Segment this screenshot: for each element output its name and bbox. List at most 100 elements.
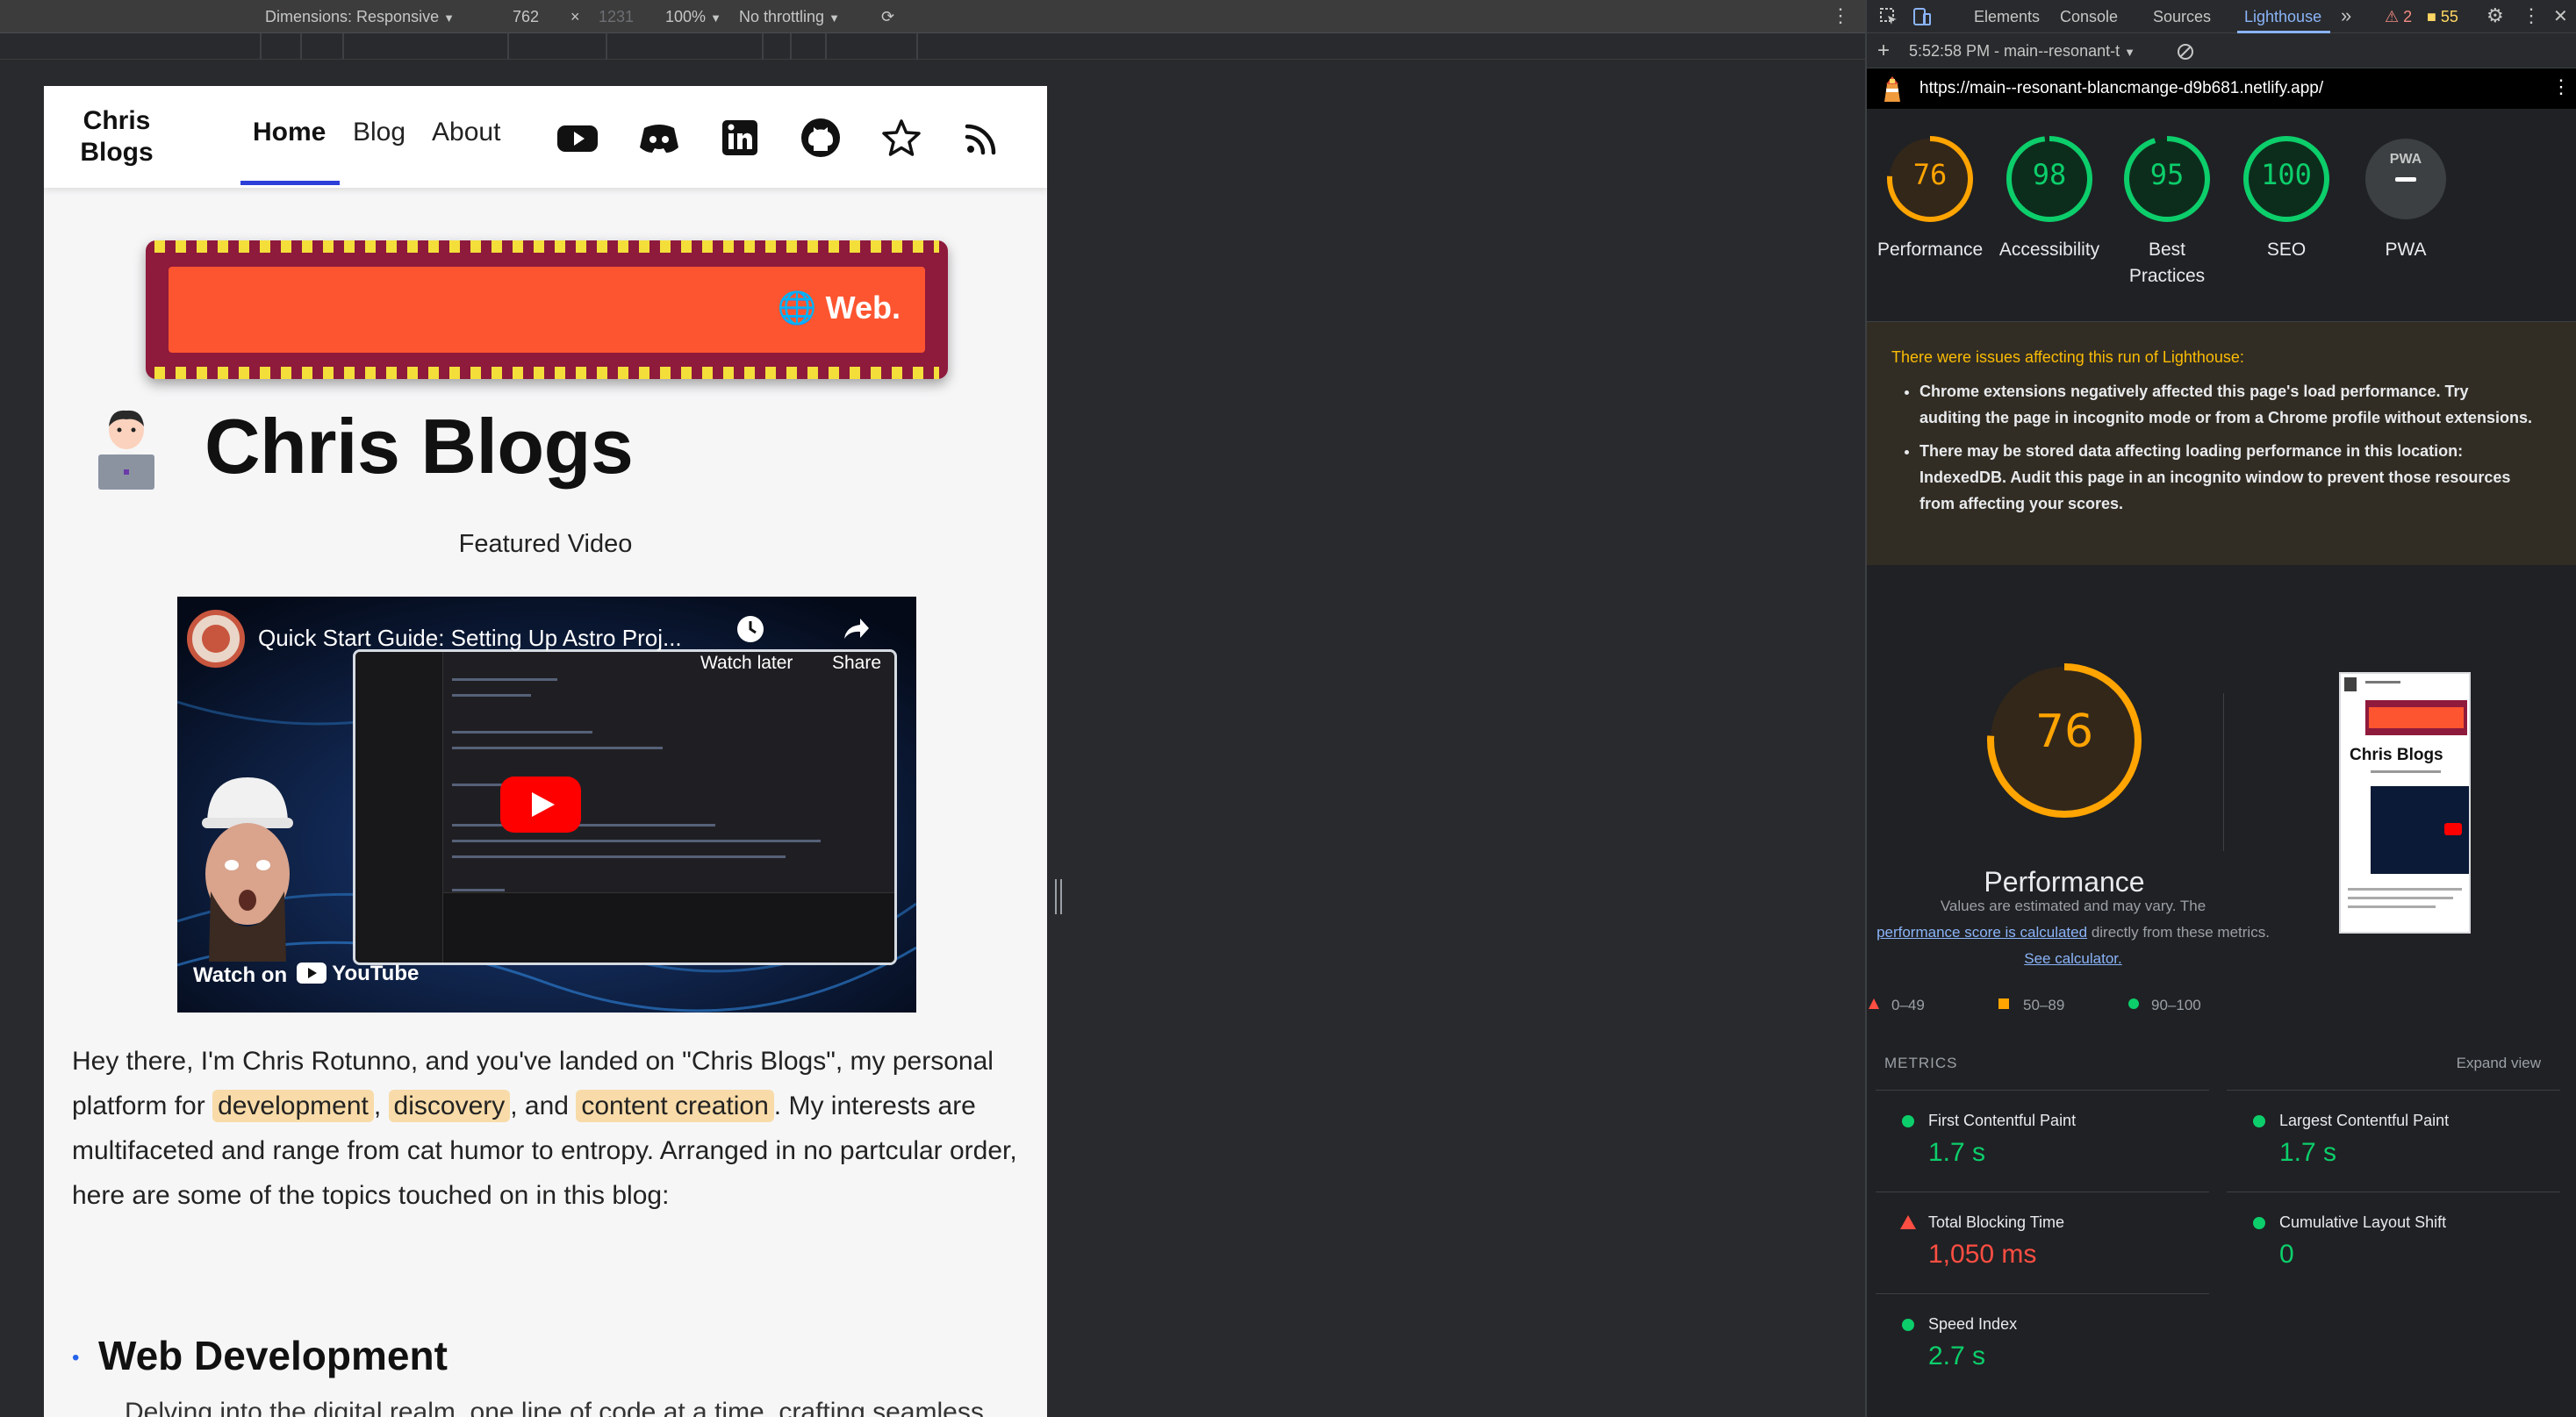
score-value: 95 — [2149, 158, 2185, 191]
nav-about-link[interactable]: About — [432, 118, 500, 147]
metric-first-contentful-paint: First Contentful Paint 1.7 s — [1876, 1090, 2209, 1192]
thumb-nav — [2365, 681, 2400, 683]
clock-icon[interactable] — [735, 614, 765, 644]
zoom-dropdown[interactable]: 100% ▼ — [665, 8, 721, 26]
tag-development[interactable]: development — [212, 1090, 374, 1122]
divider — [2223, 693, 2224, 851]
marquee-banner: 🌐 Web. — [146, 240, 948, 379]
nav-blog-link[interactable]: Blog — [353, 118, 405, 147]
youtube-embed[interactable]: Quick Start Guide: Setting Up Astro Proj… — [177, 597, 916, 1013]
metric-speed-index: Speed Index 2.7 s — [1876, 1293, 2209, 1395]
poor-triangle-icon — [1900, 1215, 1916, 1229]
warnings-list: Chrome extensions negatively affected th… — [1919, 378, 2534, 524]
nav-home-link[interactable]: Home — [253, 118, 326, 147]
section-heading: Web Development — [98, 1333, 448, 1378]
watch-later-label[interactable]: Watch later — [700, 653, 793, 674]
warning-item: Chrome extensions negatively affected th… — [1919, 378, 2534, 431]
score-calculated-link[interactable]: performance score is calculated — [1876, 924, 2087, 941]
audited-url-bar: https://main--resonant-blancmange-d9b681… — [1867, 68, 2576, 109]
audited-url[interactable]: https://main--resonant-blancmange-d9b681… — [1919, 79, 2323, 98]
intro-text: , and — [510, 1091, 577, 1120]
media-query-ruler — [0, 33, 1865, 60]
page-screenshot-thumbnail[interactable]: Chris Blogs — [2339, 672, 2471, 934]
dimensions-dropdown[interactable]: Dimensions: Responsive ▼ — [265, 8, 455, 26]
issues-badge[interactable]: ■ 55 — [2427, 8, 2458, 26]
good-circle-icon — [2253, 1217, 2265, 1229]
lighthouse-toolbar: + 5:52:58 PM - main--resonant-t ▼ — [1867, 33, 2576, 68]
more-options-icon[interactable]: ⋮ — [1831, 4, 1850, 27]
chevron-down-icon: ▼ — [443, 11, 455, 25]
chevron-down-icon: ▼ — [710, 11, 721, 25]
channel-avatar[interactable] — [177, 598, 248, 669]
score-gauge-seo[interactable]: 100 SEO — [2234, 133, 2339, 263]
report-label: 5:52:58 PM - main--resonant-t — [1909, 42, 2120, 60]
settings-gear-icon[interactable]: ⚙ — [2486, 4, 2504, 27]
good-circle-icon — [2128, 998, 2139, 1009]
banner-stripe — [154, 367, 939, 379]
video-title[interactable]: Quick Start Guide: Setting Up Astro Proj… — [258, 625, 682, 652]
site-navbar: Chris Blogs Home Blog About — [44, 86, 1047, 188]
rotate-icon[interactable]: ⟳ — [881, 8, 894, 26]
clear-icon[interactable] — [2176, 42, 2195, 61]
tag-content-creation[interactable]: content creation — [576, 1090, 774, 1122]
score-gauge-performance[interactable]: 76 Performance — [1877, 133, 1983, 263]
share-label[interactable]: Share — [832, 653, 881, 674]
site-title[interactable]: Chris Blogs — [68, 105, 165, 168]
note-text: directly from these metrics. — [2091, 924, 2270, 941]
score-gauge-pwa[interactable]: PWA PWA — [2353, 133, 2458, 263]
banner-screen: 🌐 Web. — [169, 267, 925, 353]
chevron-down-icon: ▼ — [2124, 46, 2135, 59]
metric-name: Speed Index — [1928, 1315, 2018, 1333]
more-tabs-icon[interactable]: » — [2341, 4, 2351, 27]
score-gauge-best-practices[interactable]: 95 Best Practices — [2114, 133, 2220, 290]
metric-value: 1,050 ms — [1928, 1240, 2037, 1269]
linkedin-icon[interactable] — [718, 116, 762, 160]
height-input[interactable]: 1231 — [599, 8, 634, 26]
warnings-badge[interactable]: ⚠ 2 — [2385, 8, 2412, 26]
inspect-element-icon[interactable] — [1879, 7, 1898, 26]
warning-icon: ⚠ — [2385, 8, 2400, 25]
viewport-resize-handle[interactable] — [1055, 879, 1064, 914]
metric-largest-contentful-paint: Largest Contentful Paint 1.7 s — [2227, 1090, 2560, 1192]
tab-sources[interactable]: Sources — [2153, 8, 2211, 26]
note-text: Values are estimated and may vary. The — [1940, 898, 2206, 914]
report-selector[interactable]: 5:52:58 PM - main--resonant-t ▼ — [1909, 42, 2135, 61]
device-toolbar-icon[interactable] — [1911, 7, 1932, 26]
tag-discovery[interactable]: discovery — [388, 1090, 511, 1122]
discord-icon[interactable] — [637, 116, 681, 160]
tab-console[interactable]: Console — [2060, 8, 2118, 26]
code-editor-screenshot — [353, 649, 897, 965]
throttling-dropdown[interactable]: No throttling ▼ — [739, 8, 840, 26]
youtube-logo[interactable]: YouTube — [297, 962, 419, 988]
dimensions-label: Dimensions: Responsive — [265, 8, 440, 25]
star-icon[interactable] — [879, 116, 923, 160]
more-options-icon[interactable]: ⋮ — [2551, 75, 2571, 98]
more-options-icon[interactable]: ⋮ — [2522, 4, 2541, 27]
banner-text: 🌐 Web. — [777, 290, 901, 326]
watch-on-label[interactable]: Watch on — [193, 963, 287, 988]
rss-icon[interactable] — [960, 116, 1004, 160]
play-button[interactable] — [500, 776, 581, 833]
page-title: Chris Blogs — [205, 403, 634, 490]
youtube-wordmark: YouTube — [332, 962, 420, 985]
score-label: Performance — [1877, 240, 1984, 260]
score-label: SEO — [2266, 240, 2307, 260]
tab-lighthouse[interactable]: Lighthouse — [2244, 8, 2321, 26]
thumb-text — [2371, 770, 2441, 773]
thumb-title: Chris Blogs — [2350, 746, 2443, 764]
section-description: Delving into the digital realm, one line… — [125, 1398, 984, 1417]
score-gauge-accessibility[interactable]: 98 Accessibility — [1997, 133, 2102, 263]
plus-icon[interactable]: + — [1877, 39, 1890, 63]
expand-view-toggle[interactable]: Expand view — [2457, 1055, 2541, 1072]
youtube-icon[interactable] — [556, 116, 599, 160]
tab-elements[interactable]: Elements — [1974, 8, 2040, 26]
legend-poor: 0–49 — [1891, 997, 1925, 1013]
width-input[interactable]: 762 — [513, 8, 539, 26]
average-square-icon — [1998, 998, 2009, 1009]
github-icon[interactable] — [799, 116, 843, 160]
see-calculator-link[interactable]: See calculator. — [2024, 950, 2122, 967]
thumb-site-logo — [2344, 677, 2357, 691]
close-icon[interactable]: ✕ — [2553, 5, 2568, 27]
share-icon[interactable] — [841, 614, 871, 644]
score-ring: PWA — [2365, 139, 2446, 219]
